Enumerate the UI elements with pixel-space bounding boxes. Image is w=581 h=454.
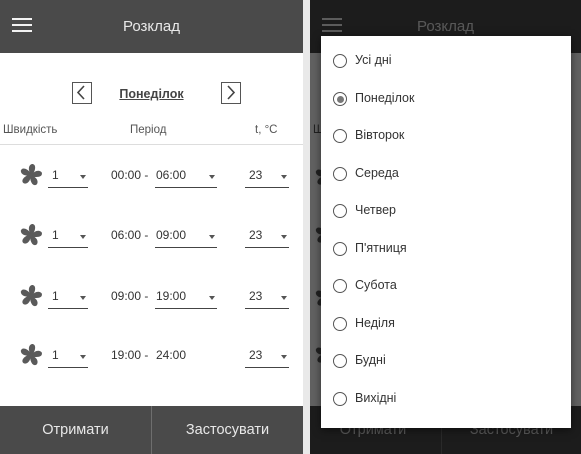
schedule-row: 1 06:00 - 09:00 23 — [0, 221, 303, 249]
schedule-screen: Розклад Понеділок Швидкість Період t, °C… — [0, 0, 303, 454]
day-option-label: Середа — [355, 166, 399, 180]
day-option-label: Вівторок — [355, 128, 405, 142]
caret-down-icon — [209, 175, 215, 179]
speed-value: 1 — [52, 348, 59, 362]
bottom-action-bar: Отримати Застосувати — [0, 406, 303, 454]
caret-down-icon — [80, 355, 86, 359]
radio-button-icon[interactable] — [333, 354, 347, 368]
schedule-row: 1 09:00 - 19:00 23 — [0, 282, 303, 310]
column-header-temp: t, °C — [255, 124, 278, 136]
temperature-dropdown[interactable]: 23 — [245, 347, 289, 368]
period-end-time: 09:00 — [156, 228, 187, 242]
day-option-label: Усі дні — [355, 53, 392, 67]
period-start-time: 09:00 — [111, 289, 142, 303]
day-option-label: Понеділок — [355, 91, 415, 105]
temperature-value: 23 — [249, 228, 263, 242]
period-end-time: 24:00 — [156, 348, 187, 362]
period-end-time: 06:00 — [156, 168, 187, 182]
fan-icon — [18, 284, 44, 313]
caret-down-icon — [281, 175, 287, 179]
speed-value: 1 — [52, 228, 59, 242]
caret-down-icon — [80, 175, 86, 179]
period-start-time: 19:00 — [111, 348, 142, 362]
period-start: 00:00 - — [111, 168, 148, 182]
day-option-label: Четвер — [355, 203, 396, 217]
radio-button-icon[interactable] — [333, 242, 347, 256]
period-separator: - — [141, 228, 149, 242]
column-header-speed: Швидкість — [3, 124, 58, 136]
fan-icon — [18, 343, 44, 372]
schedule-row: 1 19:00 - 24:00 23 — [0, 341, 303, 369]
period-end-dropdown[interactable]: 06:00 — [155, 167, 217, 188]
radio-button-icon[interactable] — [333, 317, 347, 331]
day-option-label: Неділя — [355, 316, 395, 330]
caret-down-icon — [209, 296, 215, 300]
period-separator: - — [141, 348, 149, 362]
schedule-row: 1 00:00 - 06:00 23 — [0, 161, 303, 189]
day-picker-dialog: Усі дні Понеділок Вівторок Середа Четвер П'ят… — [321, 36, 571, 428]
period-start: 09:00 - — [111, 289, 148, 303]
period-start: 19:00 - — [111, 348, 148, 362]
radio-button-icon[interactable] — [333, 54, 347, 68]
speed-dropdown[interactable]: 1 — [48, 288, 88, 309]
header-divider — [0, 144, 303, 145]
caret-down-icon — [209, 235, 215, 239]
speed-dropdown[interactable]: 1 — [48, 227, 88, 248]
radio-button-icon[interactable] — [333, 167, 347, 181]
period-separator: - — [141, 289, 149, 303]
temperature-value: 23 — [249, 348, 263, 362]
radio-button-icon[interactable] — [333, 129, 347, 143]
speed-value: 1 — [52, 289, 59, 303]
period-start-time: 00:00 — [111, 168, 142, 182]
fan-icon — [18, 223, 44, 252]
day-option-label: Вихідні — [355, 391, 397, 405]
radio-button-icon[interactable] — [333, 92, 347, 106]
day-navigator: Понеділок — [0, 82, 303, 108]
period-end-time: 19:00 — [156, 289, 187, 303]
day-option-label: Субота — [355, 278, 397, 292]
column-header-period: Період — [130, 124, 167, 136]
caret-down-icon — [281, 235, 287, 239]
speed-dropdown[interactable]: 1 — [48, 347, 88, 368]
speed-value: 1 — [52, 168, 59, 182]
speed-dropdown[interactable]: 1 — [48, 167, 88, 188]
apply-button[interactable]: Застосувати — [152, 406, 303, 454]
day-option-label: П'ятниця — [355, 241, 407, 255]
app-bar: Розклад — [0, 0, 303, 53]
radio-button-icon[interactable] — [333, 279, 347, 293]
temperature-dropdown[interactable]: 23 — [245, 288, 289, 309]
caret-down-icon — [281, 355, 287, 359]
period-separator: - — [141, 168, 149, 182]
period-end-dropdown[interactable]: 19:00 — [155, 288, 217, 309]
temperature-value: 23 — [249, 289, 263, 303]
receive-button[interactable]: Отримати — [0, 406, 151, 454]
page-title: Розклад — [123, 18, 180, 35]
period-end-dropdown[interactable]: 09:00 — [155, 227, 217, 248]
temperature-value: 23 — [249, 168, 263, 182]
radio-button-icon[interactable] — [333, 392, 347, 406]
caret-down-icon — [80, 296, 86, 300]
caret-down-icon — [80, 235, 86, 239]
day-option-label: Будні — [355, 353, 386, 367]
caret-down-icon — [281, 296, 287, 300]
radio-button-icon[interactable] — [333, 204, 347, 218]
temperature-dropdown[interactable]: 23 — [245, 227, 289, 248]
chevron-right-icon — [227, 85, 236, 100]
fan-icon — [18, 163, 44, 192]
next-day-button[interactable] — [221, 82, 241, 104]
period-end-dropdown: 24:00 — [155, 347, 217, 367]
schedule-screen-with-day-picker: Розклад Швидкість Отримати Застосувати У… — [310, 0, 581, 454]
period-start-time: 06:00 — [111, 228, 142, 242]
current-day-label[interactable]: Понеділок — [0, 87, 303, 101]
temperature-dropdown[interactable]: 23 — [245, 167, 289, 188]
period-start: 06:00 - — [111, 228, 148, 242]
